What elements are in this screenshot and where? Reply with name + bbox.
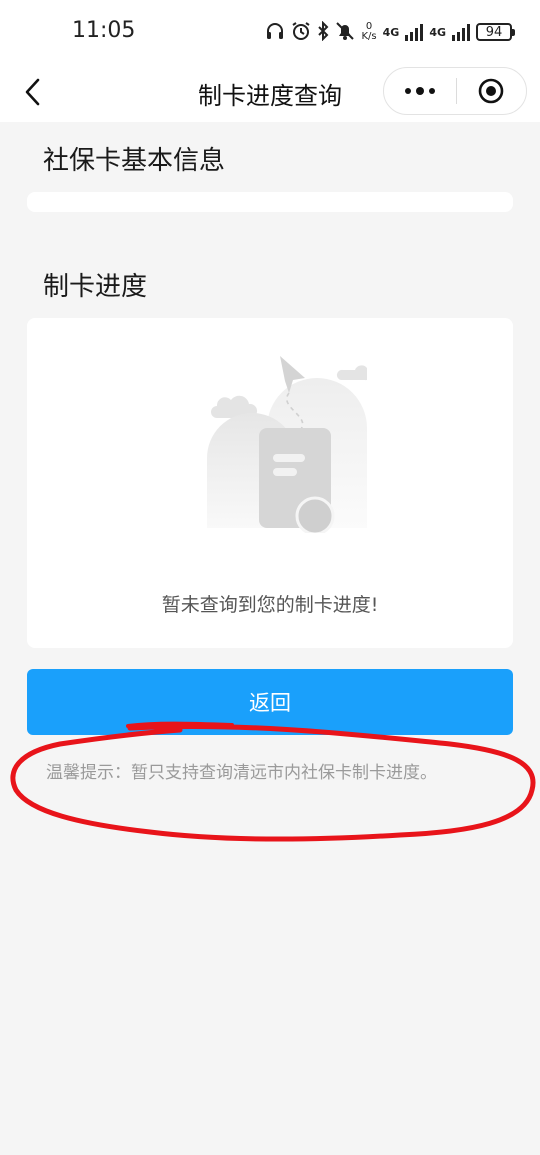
headphones-icon	[265, 22, 285, 43]
battery-indicator: 94	[476, 23, 515, 41]
more-dots-icon	[415, 87, 424, 95]
basic-info-card	[27, 192, 513, 212]
mute-bell-icon	[335, 21, 355, 44]
signal-icon	[452, 23, 470, 41]
return-button[interactable]: 返回	[27, 669, 513, 735]
close-miniprogram-button[interactable]	[457, 68, 527, 114]
more-dots-icon	[428, 88, 435, 94]
status-time: 11:05	[72, 18, 136, 43]
empty-state-text: 暂未查询到您的制卡进度!	[161, 594, 379, 616]
progress-card: 暂未查询到您的制卡进度!	[27, 318, 513, 648]
nav-bar: 制卡进度查询	[0, 62, 540, 122]
status-bar: 11:05 0 K/s 4G 4G 94	[0, 0, 540, 62]
more-menu-button[interactable]	[384, 68, 456, 114]
network-type-2: 4G	[429, 25, 446, 39]
basic-info-title: 社保卡基本信息	[43, 146, 226, 176]
tip-text: 温馨提示：暂只支持查询清远市内社保卡制卡进度。	[46, 763, 437, 783]
network-type-1: 4G	[382, 25, 400, 39]
empty-state-illustration	[207, 356, 367, 533]
bluetooth-icon	[317, 20, 329, 44]
speed-unit: K/s	[361, 31, 377, 42]
more-dots-icon	[404, 88, 411, 94]
status-icons: 0 K/s 4G 4G 94	[265, 20, 515, 44]
signal-icon	[405, 23, 424, 41]
target-close-icon	[478, 78, 504, 104]
miniprogram-capsule	[383, 67, 527, 115]
alarm-icon	[291, 21, 311, 44]
network-speed: 0 K/s	[361, 22, 376, 42]
progress-title: 制卡进度	[43, 272, 148, 302]
